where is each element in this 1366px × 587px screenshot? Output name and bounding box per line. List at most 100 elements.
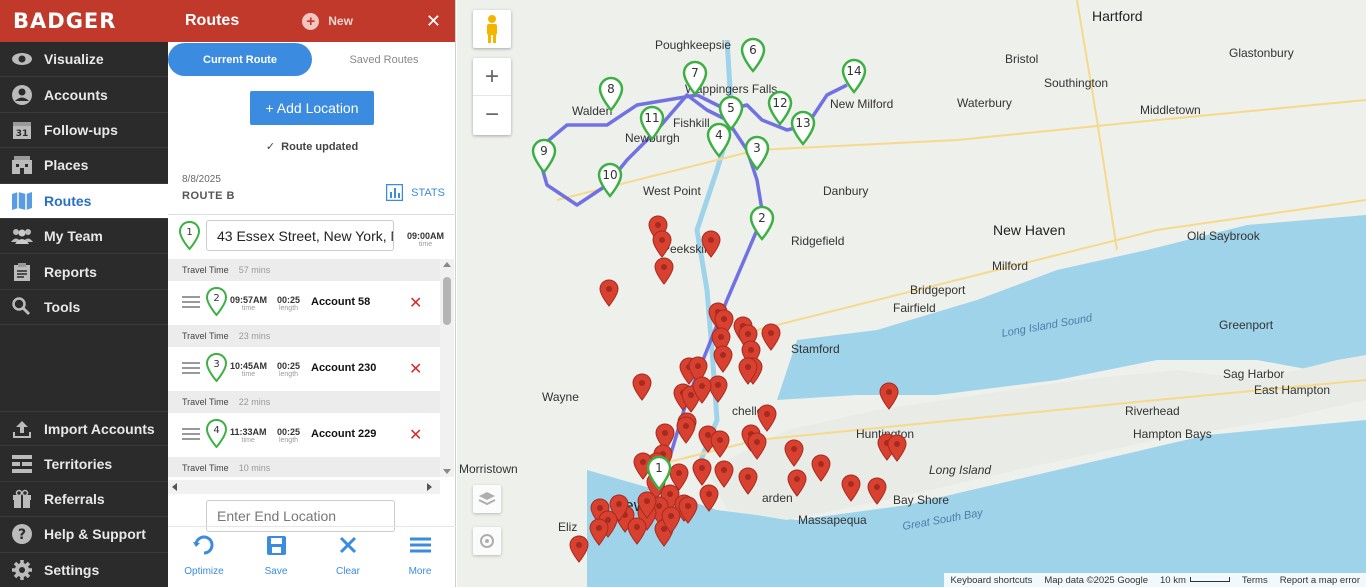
remove-stop-icon[interactable]: ✕ xyxy=(409,293,422,313)
report-map-error-link[interactable]: Report a map error xyxy=(1274,575,1366,586)
tab-saved-routes[interactable]: Saved Routes xyxy=(312,43,456,76)
route-stop-pin-icon[interactable]: 9 xyxy=(531,138,557,174)
nav-settings[interactable]: Settings xyxy=(0,553,168,587)
account-pin-icon[interactable] xyxy=(714,460,734,488)
route-stop-pin-icon[interactable]: 6 xyxy=(740,37,766,73)
route-stop-pin-icon[interactable]: 8 xyxy=(598,76,624,112)
route-stop-pin-icon[interactable]: 2 xyxy=(749,205,775,241)
stops-list[interactable]: Travel Time 57 mins 2 09:57AM time 00:25 le… xyxy=(168,259,440,477)
account-pin-icon[interactable] xyxy=(589,518,609,546)
account-pin-icon[interactable] xyxy=(811,454,831,482)
stop-length: 00:25 length xyxy=(277,427,300,444)
account-pin-icon[interactable] xyxy=(879,382,899,410)
account-pin-icon[interactable] xyxy=(747,432,767,460)
route-stop-pin-icon[interactable]: 12 xyxy=(767,90,793,126)
route-stop-pin-icon[interactable]: 13 xyxy=(790,110,816,146)
account-pin-icon[interactable] xyxy=(708,375,728,403)
nav-accounts[interactable]: Accounts xyxy=(0,77,168,113)
account-pin-icon[interactable] xyxy=(867,477,887,505)
account-pin-icon[interactable] xyxy=(841,474,861,502)
account-pin-icon[interactable] xyxy=(676,416,696,444)
optimize-button[interactable]: Optimize xyxy=(168,527,240,587)
brand-logo[interactable]: BADGER xyxy=(0,0,168,42)
account-pin-icon[interactable] xyxy=(654,257,674,285)
nav-places[interactable]: Places xyxy=(0,148,168,184)
nav-reports[interactable]: Reports xyxy=(0,254,168,290)
account-pin-icon[interactable] xyxy=(887,434,907,462)
start-pin-number: 1 xyxy=(186,227,192,238)
route-stop-pin-icon[interactable]: 14 xyxy=(841,58,867,94)
route-stop-pin-icon[interactable]: 11 xyxy=(639,105,665,141)
account-pin-icon[interactable] xyxy=(787,469,807,497)
route-stop-pin-icon[interactable]: 10 xyxy=(597,162,623,198)
account-pin-icon[interactable] xyxy=(757,404,777,432)
account-pin-icon[interactable] xyxy=(701,230,721,258)
nav-tools[interactable]: Tools xyxy=(0,290,168,326)
drag-handle-icon[interactable] xyxy=(182,362,200,374)
stop-account-name[interactable]: Account 229 xyxy=(311,428,376,440)
clear-button[interactable]: Clear xyxy=(312,527,384,587)
stops-vertical-scrollbar[interactable] xyxy=(440,259,454,477)
account-pin-icon[interactable] xyxy=(710,430,730,458)
account-pin-icon[interactable] xyxy=(738,467,758,495)
nav-follow-ups[interactable]: 31 Follow-ups xyxy=(0,113,168,149)
route-pin-icon: 3 xyxy=(206,353,227,382)
nav-routes[interactable]: Routes xyxy=(0,183,168,219)
stats-button[interactable]: STATS xyxy=(386,184,445,201)
nav-my-team[interactable]: My Team xyxy=(0,219,168,255)
route-stop-pin-icon[interactable]: 4 xyxy=(706,122,732,158)
stop-row[interactable]: 2 09:57AM time 00:25 length Account 58 ✕ xyxy=(168,281,440,325)
stop-account-name[interactable]: Account 58 xyxy=(311,296,370,308)
scale-bar[interactable]: 10 km xyxy=(1154,575,1236,586)
panel-title: Routes xyxy=(185,12,240,29)
account-pin-icon[interactable] xyxy=(692,458,712,486)
account-pin-icon[interactable] xyxy=(761,323,781,351)
account-pin-icon[interactable] xyxy=(627,517,647,545)
map-layers-button[interactable] xyxy=(473,485,501,513)
nav-help-support[interactable]: ? Help & Support xyxy=(0,517,168,553)
stop-row[interactable]: 4 11:33AM time 00:25 length Account 229 ✕ xyxy=(168,413,440,457)
zoom-out-button[interactable]: − xyxy=(473,96,511,134)
drag-handle-icon[interactable] xyxy=(182,428,200,440)
map-view[interactable]: Hartford Bristol Glastonbury Poughkeepsi… xyxy=(457,0,1366,587)
route-stop-number: 1 xyxy=(655,461,663,475)
account-pin-icon[interactable] xyxy=(569,535,589,563)
save-button[interactable]: Save xyxy=(240,527,312,587)
nav-visualize[interactable]: Visualize xyxy=(0,42,168,78)
stop-length-sub: length xyxy=(278,305,299,312)
account-pin-icon[interactable] xyxy=(632,373,652,401)
stop-length-value: 00:25 xyxy=(277,361,301,371)
nav-referrals[interactable]: Referrals xyxy=(0,482,168,518)
remove-stop-icon[interactable]: ✕ xyxy=(409,425,422,445)
stop-time: 09:57AM time xyxy=(230,295,267,312)
route-stop-pin-icon[interactable]: 3 xyxy=(744,135,770,171)
route-stop-pin-icon[interactable]: 7 xyxy=(682,60,708,96)
stop-row[interactable]: 3 10:45AM time 00:25 length Account 230 ✕ xyxy=(168,347,440,391)
account-pin-icon[interactable] xyxy=(784,439,804,467)
zoom-in-button[interactable]: + xyxy=(473,58,511,96)
street-view-pegman[interactable] xyxy=(473,10,511,48)
nav-import-accounts[interactable]: Import Accounts xyxy=(0,411,168,447)
account-pin-icon[interactable] xyxy=(699,484,719,512)
terms-link[interactable]: Terms xyxy=(1236,575,1274,586)
account-pin-icon[interactable] xyxy=(652,230,672,258)
new-route-button[interactable]: + New xyxy=(302,12,353,30)
drag-handle-icon[interactable] xyxy=(182,296,200,308)
account-pin-icon[interactable] xyxy=(678,496,698,524)
remove-stop-icon[interactable]: ✕ xyxy=(409,359,422,379)
tab-current-route[interactable]: Current Route xyxy=(168,43,312,76)
stop-account-name[interactable]: Account 230 xyxy=(311,362,376,374)
my-location-button[interactable] xyxy=(473,527,501,555)
start-location-input[interactable] xyxy=(206,220,394,251)
nav-territories[interactable]: Territories xyxy=(0,446,168,482)
add-location-button[interactable]: + Add Location xyxy=(250,91,374,125)
close-panel-icon[interactable]: ✕ xyxy=(426,11,441,32)
more-button[interactable]: More xyxy=(384,527,456,587)
calendar-icon: 31 xyxy=(10,119,34,141)
account-pin-icon[interactable] xyxy=(599,279,619,307)
stops-horizontal-scrollbar[interactable] xyxy=(168,480,440,494)
travel-time-label: Travel Time xyxy=(182,331,229,341)
account-pin-icon[interactable] xyxy=(713,345,733,373)
keyboard-shortcuts-link[interactable]: Keyboard shortcuts xyxy=(944,575,1038,586)
nav-settings-label: Settings xyxy=(44,561,100,578)
